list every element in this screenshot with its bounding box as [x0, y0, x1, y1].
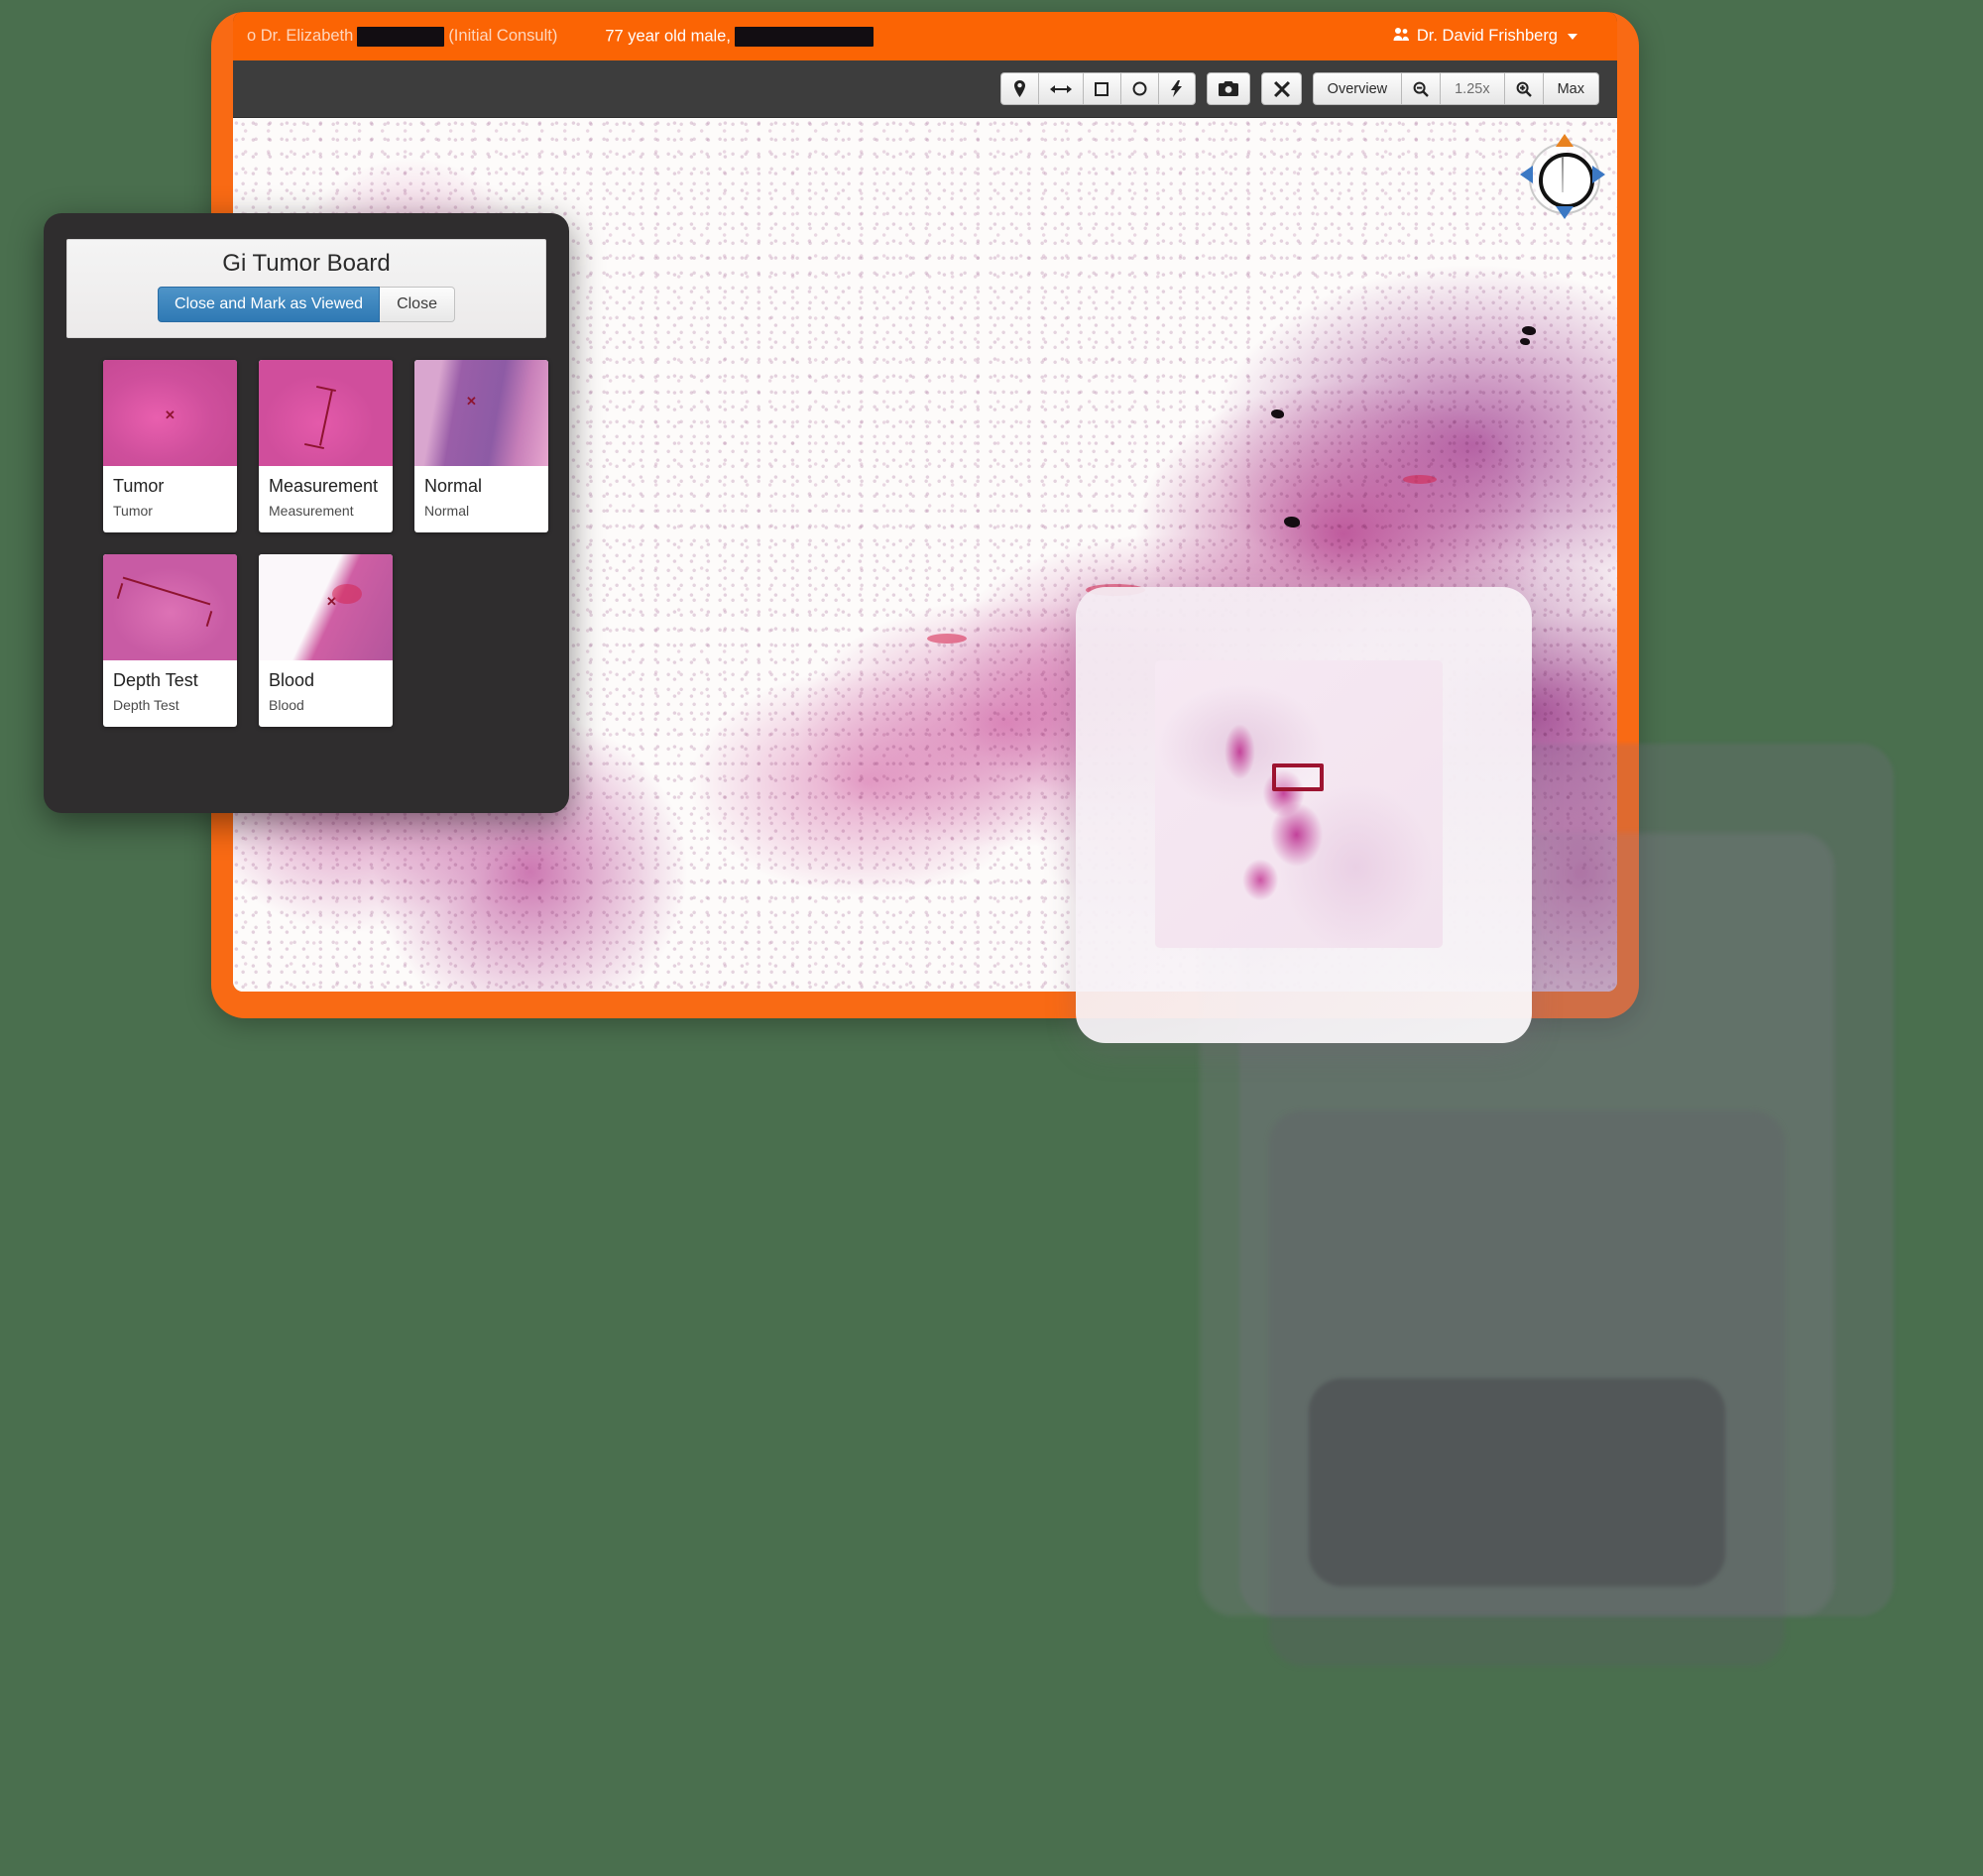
measurement-line: [122, 576, 211, 606]
card-title: Blood: [269, 670, 315, 690]
slide-card[interactable]: Measurement Measurement: [259, 360, 393, 532]
card-subtitle: Measurement: [269, 503, 354, 519]
pan-down-arrow-icon[interactable]: [1556, 206, 1574, 219]
slide-thumbnail: [259, 360, 393, 466]
freehand-tool-button[interactable]: [1157, 72, 1196, 105]
caret-down-icon: [1568, 33, 1577, 40]
slide-card[interactable]: ✕ Tumor Tumor: [103, 360, 237, 532]
pan-left-arrow-icon[interactable]: [1520, 166, 1533, 183]
snapshot-group: [1206, 72, 1250, 105]
slide-thumbnail: ✕: [414, 360, 548, 466]
user-name-label: Dr. David Frishberg: [1416, 27, 1558, 45]
card-subtitle: Depth Test: [113, 697, 179, 713]
card-body: Depth Test Depth Test: [103, 660, 237, 727]
zoom-level-label: 1.25x: [1440, 72, 1504, 105]
x-annotation-icon: ✕: [165, 408, 175, 422]
blood-detail: [927, 634, 967, 644]
pigment-spot: [1522, 326, 1536, 335]
compass-needle: [1562, 157, 1564, 192]
redacted-patient-block: [734, 26, 874, 47]
slide-thumbnail: ✕: [259, 554, 393, 660]
measurement-cap: [205, 611, 213, 627]
slide-thumbnail: ✕: [103, 360, 237, 466]
dialog-button-row: Close and Mark as Viewed Close: [67, 287, 545, 322]
blood-detail: [1086, 584, 1145, 596]
slide-card-grid: ✕ Tumor Tumor Measurement Measurement ✕: [103, 360, 569, 727]
compass-navigator[interactable]: [1520, 134, 1605, 219]
card-body: Normal Normal: [414, 466, 548, 532]
zoom-out-button[interactable]: [1401, 72, 1441, 105]
slide-card[interactable]: ✕ Normal Normal: [414, 360, 548, 532]
dialog-header: Gi Tumor Board Close and Mark as Viewed …: [66, 239, 546, 338]
blood-detail: [1403, 475, 1437, 484]
max-zoom-button[interactable]: Max: [1542, 72, 1599, 105]
pigment-spot: [1284, 517, 1300, 528]
fullscreen-group: [1260, 72, 1302, 105]
overview-button[interactable]: Overview: [1312, 72, 1402, 105]
referring-doctor-label: o Dr. Elizabeth: [247, 27, 354, 45]
fullscreen-button[interactable]: [1260, 72, 1302, 105]
pan-up-arrow-icon[interactable]: [1556, 134, 1574, 147]
card-title: Measurement: [269, 476, 379, 496]
card-body: Measurement Measurement: [259, 466, 393, 532]
close-and-mark-viewed-button[interactable]: Close and Mark as Viewed: [158, 287, 381, 322]
user-group-icon: [1393, 27, 1410, 47]
pan-right-arrow-icon[interactable]: [1592, 166, 1605, 183]
camera-button[interactable]: [1206, 72, 1250, 105]
user-menu-button[interactable]: Dr. David Frishberg: [1393, 27, 1577, 47]
ruler-tool-button[interactable]: [1037, 72, 1083, 105]
card-title: Tumor: [113, 476, 165, 496]
dialog-title: Gi Tumor Board: [222, 250, 391, 277]
rectangle-tool-button[interactable]: [1082, 72, 1120, 105]
tumor-board-dialog: Gi Tumor Board Close and Mark as Viewed …: [44, 213, 569, 813]
slide-card[interactable]: Depth Test Depth Test: [103, 554, 237, 727]
card-subtitle: Normal: [424, 503, 470, 519]
ellipse-tool-button[interactable]: [1119, 72, 1158, 105]
pin-tool-button[interactable]: [999, 72, 1038, 105]
compass-inner-ring: [1539, 153, 1594, 208]
consult-type-label: (Initial Consult): [448, 27, 558, 45]
annotation-tool-group: [999, 72, 1196, 105]
ghost-layer: [1269, 1111, 1785, 1666]
zoom-in-button[interactable]: [1503, 72, 1543, 105]
measurement-cap: [316, 385, 336, 393]
zoom-control-group: Overview 1.25x Max: [1312, 72, 1599, 105]
pigment-spot: [1520, 338, 1530, 345]
case-breadcrumb: o Dr. Elizabeth (Initial Consult): [247, 26, 558, 47]
measurement-line: [318, 389, 334, 446]
app-header: o Dr. Elizabeth (Initial Consult) 77 yea…: [233, 12, 1617, 60]
patient-age-sex-label: 77 year old male,: [605, 26, 731, 45]
x-annotation-icon: ✕: [466, 394, 477, 409]
viewer-toolbar: Overview 1.25x Max: [233, 60, 1617, 118]
slide-thumbnail: [103, 554, 237, 660]
blood-detail: [332, 584, 362, 604]
card-subtitle: Tumor: [113, 503, 153, 519]
close-button[interactable]: Close: [380, 287, 455, 322]
patient-summary: 77 year old male,: [605, 26, 877, 47]
card-title: Normal: [424, 476, 483, 496]
card-subtitle: Blood: [269, 697, 304, 713]
ghost-layer: [1309, 1378, 1725, 1586]
card-body: Blood Blood: [259, 660, 393, 727]
slide-card[interactable]: ✕ Blood Blood: [259, 554, 393, 727]
card-title: Depth Test: [113, 670, 198, 690]
redacted-name-block: [357, 26, 445, 47]
pigment-spot: [1271, 410, 1284, 418]
card-body: Tumor Tumor: [103, 466, 237, 532]
measurement-cap: [116, 583, 124, 599]
